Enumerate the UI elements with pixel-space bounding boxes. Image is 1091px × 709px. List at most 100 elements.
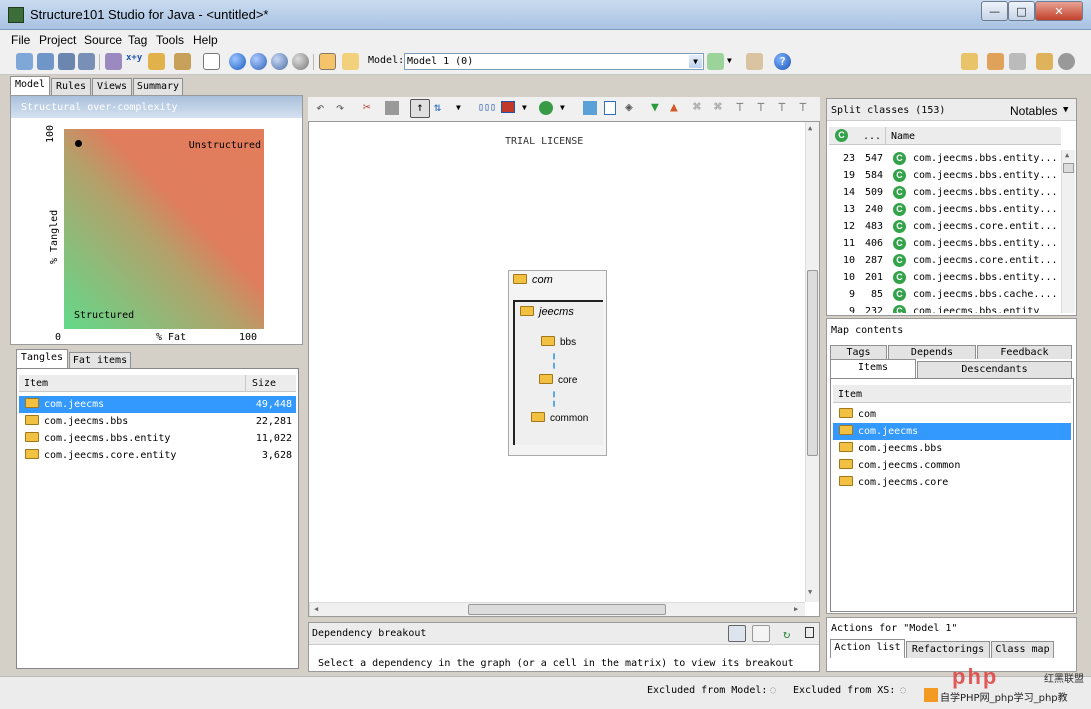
table-row[interactable]: com.jeecms 49,448	[19, 396, 296, 413]
minimize-button[interactable]: —	[981, 1, 1008, 21]
tab-rules[interactable]: Rules	[51, 78, 91, 95]
col-dots[interactable]: ...	[863, 131, 881, 142]
notes-icon[interactable]	[1036, 53, 1053, 70]
model-select[interactable]: Model 1 (0) ▼	[404, 53, 704, 70]
list-item[interactable]: 13 240 Ccom.jeecms.bbs.entity...	[829, 201, 1061, 218]
save-icon[interactable]	[58, 53, 75, 70]
folder-view-icon[interactable]	[342, 53, 359, 70]
tab-fat-items[interactable]: Fat items	[69, 352, 131, 369]
table-row[interactable]: com.jeecms.bbs 22,281	[19, 413, 296, 430]
zoom-out-icon[interactable]	[250, 53, 267, 70]
notables-chevron-icon[interactable]: ▼	[1063, 105, 1068, 115]
tab-feedback[interactable]: Feedback	[977, 345, 1072, 359]
horizontal-scrollbar[interactable]: ◀ ▶	[309, 602, 805, 616]
dependency-arrow-core-common[interactable]	[553, 389, 561, 409]
node-common[interactable]: common	[531, 412, 588, 424]
col-size[interactable]: Size	[252, 378, 276, 389]
tab-refactorings[interactable]: Refactorings	[906, 641, 990, 658]
close-button[interactable]: ✕	[1035, 1, 1083, 21]
node-jeecms[interactable]: jeecms bbs core common	[513, 300, 603, 445]
collapse-icon-2[interactable]: ⊤	[757, 100, 765, 115]
gray-circle-icon[interactable]	[1058, 53, 1075, 70]
diamond-icon[interactable]: ◈	[625, 100, 633, 115]
tab-model[interactable]: Model	[10, 76, 50, 95]
edit-icon[interactable]	[961, 53, 978, 70]
menu-file[interactable]: File	[11, 33, 30, 47]
collapse-icon-4[interactable]: ⊤	[799, 100, 807, 115]
node-com[interactable]: com jeecms bbs core common	[508, 270, 607, 456]
vertical-scrollbar[interactable]: ▲ ▼	[805, 122, 819, 602]
delete-icon[interactable]	[385, 101, 399, 115]
menu-tools[interactable]: Tools	[156, 33, 184, 47]
tab-tags[interactable]: Tags	[830, 345, 887, 359]
tab-depends[interactable]: Depends	[888, 345, 976, 359]
col-item[interactable]: Item	[838, 389, 862, 400]
collapse-icon-3[interactable]: ⊤	[778, 100, 786, 115]
tab-class-map[interactable]: Class map	[991, 641, 1054, 658]
list-item[interactable]: 9 85 Ccom.jeecms.bbs.cache....	[829, 286, 1061, 303]
notables-menu[interactable]: Notables	[1010, 104, 1057, 118]
open-project-icon[interactable]	[37, 53, 54, 70]
chevron-down-icon[interactable]: ▼	[689, 55, 702, 68]
list-item[interactable]: 10 287 Ccom.jeecms.core.entit...	[829, 252, 1061, 269]
save-as-icon[interactable]	[78, 53, 95, 70]
add-node-icon[interactable]	[583, 101, 597, 115]
graph-canvas[interactable]: TRIAL LICENSE com jeecms bbs core common…	[308, 121, 820, 617]
certificate-icon[interactable]	[746, 53, 763, 70]
expand-down-icon[interactable]: ▼	[651, 100, 659, 115]
tab-items[interactable]: Items	[830, 359, 916, 378]
help-icon[interactable]: ?	[774, 53, 791, 70]
tree-icon-1[interactable]: ⌘	[693, 100, 701, 115]
list-item[interactable]: 9 232 Ccom.jeecms.bbs.entity	[829, 303, 1061, 313]
col-item[interactable]: Item	[24, 378, 48, 389]
xy-icon[interactable]: x+y	[126, 53, 143, 70]
tree-icon-2[interactable]: ⌘	[714, 100, 722, 115]
tag-gray-icon[interactable]	[1009, 53, 1026, 70]
filter-chevron-icon[interactable]: ▼	[560, 103, 565, 112]
tree-view-icon[interactable]	[728, 625, 746, 642]
expand-up-icon[interactable]: ▲	[670, 100, 678, 115]
tag-icon[interactable]	[987, 53, 1004, 70]
new-project-icon[interactable]	[16, 53, 33, 70]
cells-icon[interactable]: ▯▯▯	[478, 102, 496, 113]
filter-icon[interactable]	[539, 101, 553, 115]
list-item[interactable]: 14 509 Ccom.jeecms.bbs.entity...	[829, 184, 1061, 201]
list-item[interactable]: com.jeecms.common	[833, 457, 1071, 474]
refresh-breakout-icon[interactable]: ↻	[783, 627, 790, 641]
vertical-scroll-thumb[interactable]	[807, 270, 818, 456]
tab-summary[interactable]: Summary	[133, 78, 183, 95]
col-name[interactable]: Name	[891, 131, 915, 142]
window-icon[interactable]	[501, 101, 515, 113]
cut-icon[interactable]: ✂	[363, 100, 371, 115]
tab-action-list[interactable]: Action list	[830, 639, 905, 658]
table-row[interactable]: com.jeecms.core.entity 3,628	[19, 447, 296, 464]
gray-sphere-icon[interactable]	[292, 53, 309, 70]
redo-icon[interactable]: ↷	[336, 100, 344, 116]
list-item[interactable]: com.jeecms	[833, 423, 1071, 440]
grid-view-icon[interactable]	[319, 53, 336, 70]
model-options-icon[interactable]	[707, 53, 724, 70]
split-scrollbar[interactable]: ▲	[1061, 150, 1075, 313]
refresh-icon[interactable]	[148, 53, 165, 70]
list-item[interactable]: com.jeecms.bbs	[833, 440, 1071, 457]
list-item[interactable]: 19 584 Ccom.jeecms.bbs.entity...	[829, 167, 1061, 184]
list-item[interactable]: 12 483 Ccom.jeecms.core.entit...	[829, 218, 1061, 235]
tab-tangles[interactable]: Tangles	[16, 349, 68, 368]
model-options-chevron-icon[interactable]: ▼	[727, 56, 732, 65]
list-view-icon[interactable]	[752, 625, 770, 642]
undo-icon[interactable]: ↶	[316, 100, 324, 116]
list-item[interactable]: 23 547 Ccom.jeecms.bbs.entity...	[829, 150, 1061, 167]
list-item[interactable]: 10 201 Ccom.jeecms.bbs.entity...	[829, 269, 1061, 286]
table-row[interactable]: com.jeecms.bbs.entity 11,022	[19, 430, 296, 447]
remove-icon[interactable]	[271, 53, 288, 70]
layout-horizontal-icon[interactable]: ⇅	[434, 100, 441, 114]
restore-panel-icon[interactable]	[805, 627, 814, 638]
report-icon[interactable]	[203, 53, 220, 70]
list-item[interactable]: com.jeecms.core	[833, 474, 1071, 491]
split-scroll-thumb[interactable]	[1063, 163, 1074, 173]
collapse-icon-1[interactable]: ⊤	[736, 100, 744, 115]
page-icon[interactable]	[604, 101, 616, 115]
window-chevron-icon[interactable]: ▼	[522, 103, 527, 112]
project-properties-icon[interactable]	[105, 53, 122, 70]
layout-chevron-icon[interactable]: ▼	[456, 103, 461, 112]
